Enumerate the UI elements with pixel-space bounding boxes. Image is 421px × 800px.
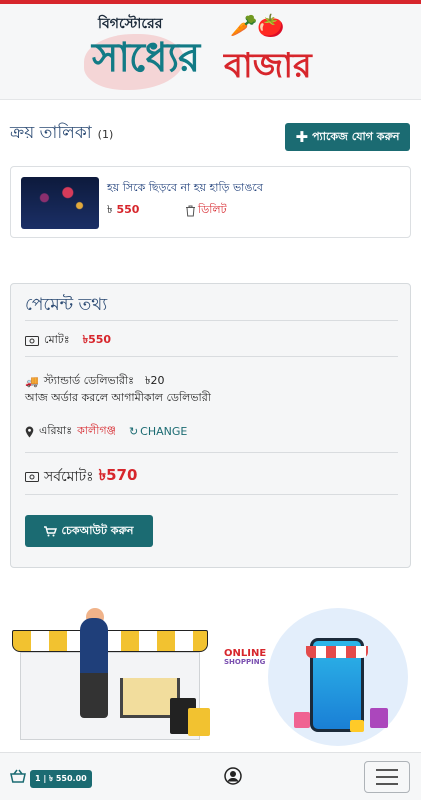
add-package-button[interactable]: ✚ প্যাকেজ যোগ করুন	[285, 123, 410, 151]
cart-heading-label: ক্রয় তালিকা	[10, 123, 92, 143]
cart-count: (1)	[97, 128, 114, 141]
map-marker-icon	[25, 426, 34, 437]
cart-item: হয় সিকে ছিড়বে না হয় হাড়ি ভাঙবে ৳ 550 …	[10, 166, 411, 238]
item-price: ৳ 550	[107, 201, 139, 220]
logo-name-part1: সাধ্যের	[92, 35, 200, 81]
payment-heading: পেমেন্ট তথ্য	[25, 295, 108, 315]
divider	[25, 356, 398, 357]
refresh-icon: ↻	[128, 425, 139, 438]
site-header: বিগস্টোরের সাধ্যের 🥕🍅 বাজার	[0, 4, 421, 100]
payment-info-card: পেমেন্ট তথ্য মোটঃ ৳550 🚚 স্ট্যান্ডার্ড ড…	[10, 283, 411, 568]
vegetables-icon: 🥕🍅	[230, 14, 285, 39]
menu-line	[376, 783, 398, 785]
area-row: এরিয়াঃ কালীগঞ্জ ↻ CHANGE	[25, 422, 187, 441]
logo-name-part2: বাজার	[224, 46, 312, 86]
gift-box-illustration	[294, 712, 310, 728]
promo-banner[interactable]: ONLINE SHOPPING	[10, 608, 411, 748]
change-label: CHANGE	[140, 425, 188, 438]
subtotal-row: মোটঃ ৳550	[25, 331, 111, 350]
total-row: সর্বমোটঃ ৳570	[25, 464, 137, 489]
plus-icon: ✚	[295, 127, 309, 146]
shopping-text: SHOPPING	[224, 658, 266, 666]
shopping-bag-illustration	[188, 708, 210, 736]
item-title[interactable]: হয় সিকে ছিড়বে না হয় হাড়ি ভাঙবে	[107, 179, 263, 198]
money-icon	[25, 335, 39, 346]
item-price-value: 550	[116, 203, 140, 216]
basket-icon[interactable]	[10, 769, 26, 783]
cart-heading: ক্রয় তালিকা (1)	[10, 120, 113, 148]
bottom-navigation: 1 | ৳ 550.00	[0, 752, 421, 800]
divider	[25, 494, 398, 495]
add-package-label: প্যাকেজ যোগ করুন	[312, 129, 400, 143]
divider	[25, 452, 398, 453]
delete-button[interactable]: ডিলিট	[185, 201, 227, 220]
checkout-button[interactable]: চেকআউট করুন	[25, 515, 153, 547]
total-value: ৳570	[98, 466, 138, 484]
checkout-label: চেকআউট করুন	[61, 523, 134, 537]
subtotal-label: মোটঃ	[44, 333, 70, 346]
online-shopping-text: ONLINE SHOPPING	[224, 648, 266, 667]
total-label: সর্বমোটঃ	[44, 468, 94, 485]
truck-icon: 🚚	[25, 375, 39, 388]
currency-symbol: ৳	[107, 203, 113, 216]
gift-box-illustration	[370, 708, 388, 728]
brand-logo[interactable]: বিগস্টোরের সাধ্যের 🥕🍅 বাজার	[84, 10, 334, 96]
shopper-illustration	[80, 618, 108, 718]
gift-box-illustration	[350, 720, 364, 732]
menu-toggle-button[interactable]	[364, 761, 410, 793]
subtotal-value: ৳550	[82, 333, 112, 346]
cart-summary-badge[interactable]: 1 | ৳ 550.00	[30, 770, 92, 788]
phone-awning	[306, 646, 368, 658]
menu-line	[376, 776, 398, 778]
change-area-button[interactable]: ↻ CHANGE	[129, 425, 187, 438]
item-thumbnail[interactable]	[21, 177, 99, 229]
user-account-icon[interactable]	[224, 767, 242, 785]
area-label: এরিয়াঃ	[39, 424, 73, 437]
store-awning	[12, 630, 208, 652]
divider	[25, 320, 398, 321]
trash-icon	[186, 205, 195, 216]
delivery-note: আজ অর্ডার করলে আগামীকাল ডেলিভারী	[25, 391, 211, 404]
cart-icon	[44, 525, 58, 536]
area-value: কালীগঞ্জ	[77, 424, 116, 437]
delete-label: ডিলিট	[198, 203, 227, 216]
menu-line	[376, 769, 398, 771]
money-icon	[25, 471, 39, 482]
